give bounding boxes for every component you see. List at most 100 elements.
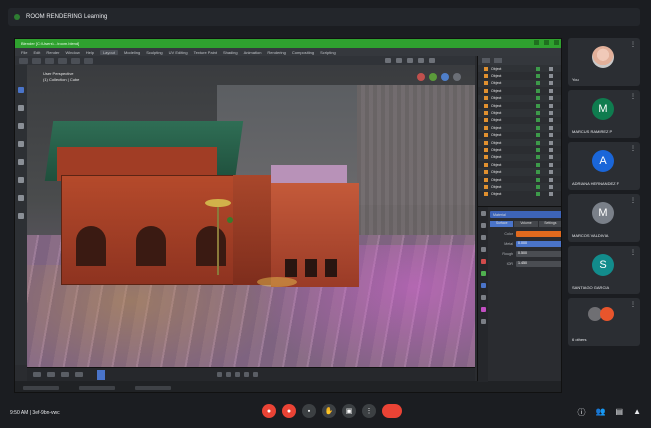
visibility-eye-icon[interactable] — [536, 81, 540, 86]
scene-properties-icon[interactable] — [480, 259, 486, 264]
maximize-icon[interactable] — [544, 40, 549, 45]
visibility-eye-icon[interactable] — [536, 74, 540, 79]
microphone-off-button[interactable]: ● — [262, 404, 276, 418]
outliner-row[interactable]: Object — [478, 183, 561, 191]
shading-mode-icon[interactable] — [429, 58, 435, 63]
select-tool-icon[interactable] — [18, 87, 24, 93]
outliner-row[interactable]: Object — [478, 168, 561, 176]
info-icon[interactable]: ⓘ — [578, 407, 586, 418]
y-axis-icon[interactable] — [429, 73, 437, 81]
zoom-icon[interactable] — [453, 73, 461, 81]
property-value-field[interactable]: 0.000 — [516, 240, 561, 247]
property-value-field[interactable] — [516, 230, 561, 237]
raise-hand-button[interactable]: ✋ — [322, 404, 336, 418]
scale-tool-icon[interactable] — [18, 159, 24, 165]
participant-tile[interactable]: 6 others ⋮ — [568, 298, 640, 346]
outliner-row[interactable]: Object — [478, 124, 561, 132]
output-properties-icon[interactable] — [480, 235, 486, 240]
visibility-eye-icon[interactable] — [536, 125, 540, 130]
render-toggle-icon[interactable] — [549, 66, 553, 71]
participant-tile[interactable]: M MARCUS RAMIREZ P ⋮ — [568, 90, 640, 138]
workspace-tab-layout[interactable]: Layout — [99, 49, 118, 55]
camera-off-button[interactable]: ● — [282, 404, 296, 418]
visibility-eye-icon[interactable] — [536, 66, 540, 71]
workspace-tab-rendering[interactable]: Rendering — [267, 50, 285, 55]
render-toggle-icon[interactable] — [549, 103, 553, 108]
menu-render[interactable]: Render — [46, 50, 59, 55]
measure-tool-icon[interactable] — [18, 213, 24, 219]
timeline-playback-menu[interactable] — [33, 372, 41, 377]
outliner-filter-icon[interactable] — [482, 58, 490, 63]
render-toggle-icon[interactable] — [549, 147, 553, 152]
transform-tool-icon[interactable] — [18, 177, 24, 183]
visibility-eye-icon[interactable] — [536, 147, 540, 152]
visibility-eye-icon[interactable] — [536, 170, 540, 175]
participant-menu-icon[interactable]: ⋮ — [630, 41, 636, 48]
workspace-tab-scripting[interactable]: Scripting — [320, 50, 336, 55]
outliner-row[interactable]: Object — [478, 87, 561, 94]
timeline[interactable] — [27, 367, 475, 381]
step-forward-icon[interactable] — [244, 372, 249, 377]
settings-tab[interactable]: Settings — [538, 221, 561, 227]
render-toggle-icon[interactable] — [549, 111, 553, 116]
participant-menu-icon[interactable]: ⋮ — [630, 93, 636, 100]
workspace-tab-uv-editing[interactable]: UV Editing — [169, 50, 188, 55]
render-toggle-icon[interactable] — [549, 118, 553, 123]
outliner-row[interactable]: Object — [478, 176, 561, 183]
visibility-eye-icon[interactable] — [536, 140, 540, 145]
participant-tile[interactable]: S SANTIAGO GARCIA ⋮ — [568, 246, 640, 294]
visibility-eye-icon[interactable] — [536, 162, 540, 167]
menu-window[interactable]: Window — [65, 50, 79, 55]
workspace-tab-compositing[interactable]: Compositing — [292, 50, 314, 55]
world-properties-icon[interactable] — [480, 271, 486, 276]
play-icon[interactable] — [235, 372, 240, 377]
render-properties-icon[interactable] — [480, 223, 486, 228]
render-toggle-icon[interactable] — [549, 140, 553, 145]
render-toggle-icon[interactable] — [549, 170, 553, 175]
navigation-gizmo[interactable] — [417, 73, 461, 81]
visibility-eye-icon[interactable] — [536, 96, 540, 101]
workspace-tab-animation[interactable]: Animation — [244, 50, 262, 55]
proportional-edit-icon[interactable] — [407, 58, 413, 63]
visibility-eye-icon[interactable] — [536, 88, 540, 93]
render-toggle-icon[interactable] — [549, 162, 553, 167]
x-axis-icon[interactable] — [417, 73, 425, 81]
outliner-row[interactable]: Object — [478, 72, 561, 79]
material-properties-icon[interactable] — [480, 307, 486, 312]
z-axis-icon[interactable] — [441, 73, 449, 81]
render-toggle-icon[interactable] — [549, 133, 553, 138]
jump-end-icon[interactable] — [253, 372, 258, 377]
render-toggle-icon[interactable] — [549, 155, 553, 160]
tool-properties-icon[interactable] — [480, 211, 486, 216]
visibility-eye-icon[interactable] — [536, 192, 540, 197]
object-properties-icon[interactable] — [480, 283, 486, 288]
outliner-row[interactable]: Object — [478, 109, 561, 117]
workspace-tab-modeling[interactable]: Modeling — [124, 50, 140, 55]
render-toggle-icon[interactable] — [549, 96, 553, 101]
modifier-properties-icon[interactable] — [480, 295, 486, 300]
workspace-tab-sculpting[interactable]: Sculpting — [146, 50, 162, 55]
outliner-row[interactable]: Object — [478, 153, 561, 162]
participant-menu-icon[interactable]: ⋮ — [630, 301, 636, 308]
participant-menu-icon[interactable]: ⋮ — [630, 197, 636, 204]
activities-icon[interactable]: ▲ — [633, 407, 641, 418]
material-slot-field[interactable]: Material — [490, 211, 561, 218]
participant-menu-icon[interactable]: ⋮ — [630, 249, 636, 256]
render-toggle-icon[interactable] — [549, 192, 553, 197]
participant-tile[interactable]: M MARCOS VALDIVIA ⋮ — [568, 194, 640, 242]
texture-properties-icon[interactable] — [480, 319, 486, 324]
visibility-eye-icon[interactable] — [536, 118, 540, 123]
transform-orientation-icon[interactable] — [385, 58, 391, 63]
render-toggle-icon[interactable] — [549, 74, 553, 79]
add-menu-button[interactable] — [71, 57, 80, 64]
minimize-icon[interactable] — [534, 40, 539, 45]
menu-help[interactable]: Help — [86, 50, 94, 55]
outliner-row[interactable]: Object — [478, 191, 561, 198]
people-icon[interactable]: 👥 — [596, 407, 606, 418]
timeline-view-menu[interactable] — [61, 372, 69, 377]
3d-viewport[interactable]: User Perspective (1) Collection | Cube — [27, 65, 475, 367]
current-frame-marker[interactable] — [97, 370, 105, 380]
visibility-eye-icon[interactable] — [536, 133, 540, 138]
outliner-search-field[interactable] — [494, 58, 502, 63]
render-toggle-icon[interactable] — [549, 125, 553, 130]
